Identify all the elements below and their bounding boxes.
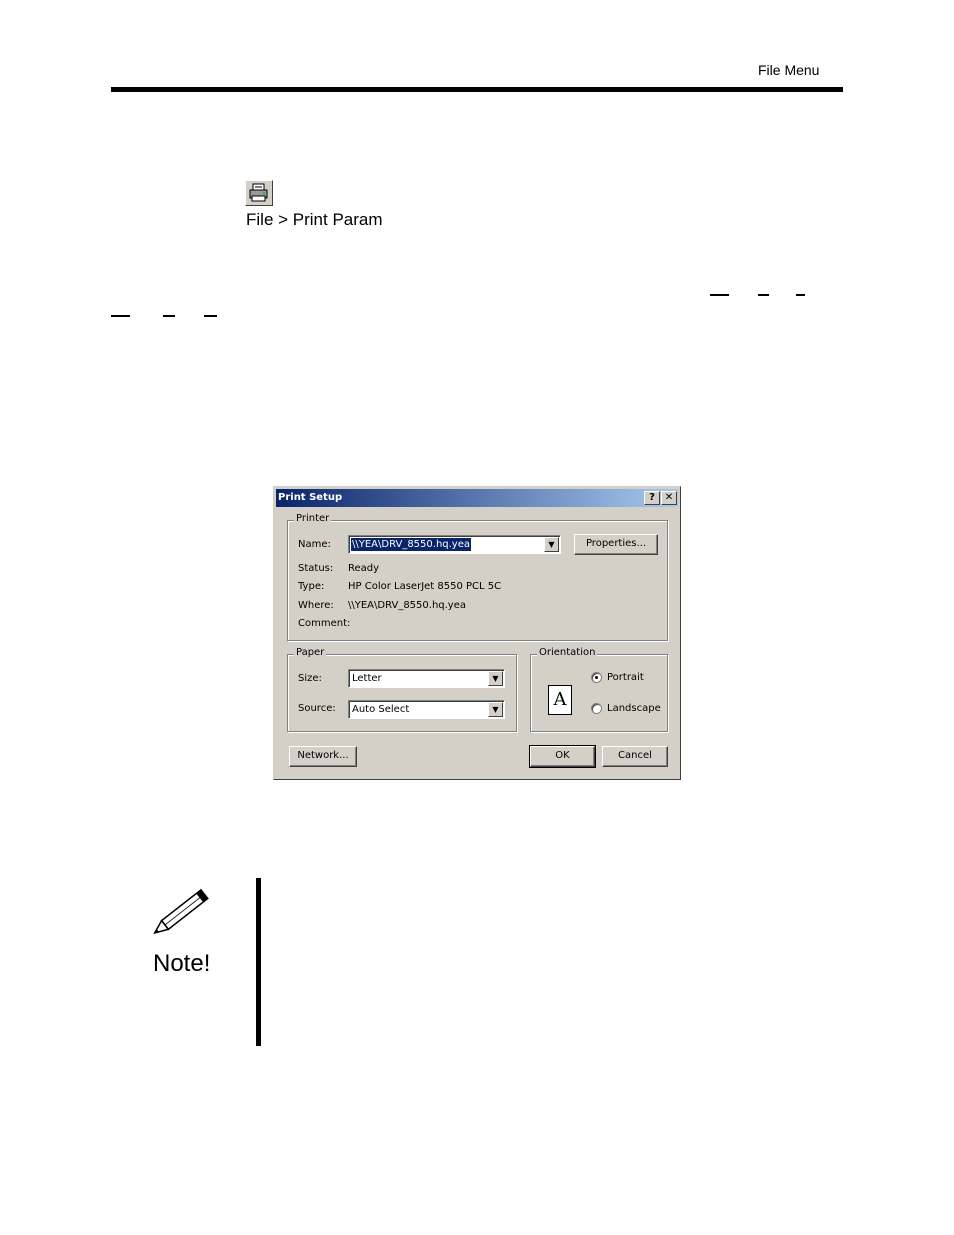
paper-size-combo[interactable]: Letter ▼ [348, 669, 505, 688]
underline-mark [796, 294, 805, 296]
ok-button[interactable]: OK [529, 745, 596, 768]
underline-mark [163, 315, 175, 317]
status-value: Ready [348, 563, 380, 574]
dropdown-arrow-icon[interactable]: ▼ [488, 702, 503, 717]
printer-name-combo[interactable]: \\YEA\DRV_8550.hq.yea ▼ [348, 535, 561, 554]
page-header-title: File Menu [758, 62, 820, 78]
portrait-label[interactable]: Portrait [607, 672, 644, 683]
where-label: Where: [298, 600, 334, 611]
paper-source-value: Auto Select [352, 704, 410, 715]
orientation-group-label: Orientation [537, 647, 598, 658]
landscape-label[interactable]: Landscape [607, 703, 661, 714]
note-label: Note! [153, 950, 211, 977]
status-label: Status: [298, 563, 334, 574]
print-setup-dialog: Print Setup ? ✕ Printer Name: \\YEA\DRV_… [273, 486, 681, 780]
printer-group-label: Printer [294, 513, 332, 524]
underline-mark [111, 315, 130, 317]
cancel-button[interactable]: Cancel [602, 746, 668, 767]
pencil-icon [144, 880, 220, 947]
type-value: HP Color LaserJet 8550 PCL 5C [348, 581, 502, 592]
size-label: Size: [298, 673, 322, 684]
menu-path: File > Print Param [246, 210, 383, 229]
source-label: Source: [298, 703, 336, 714]
dropdown-arrow-icon[interactable]: ▼ [544, 537, 559, 552]
type-label: Type: [298, 581, 325, 592]
paper-group: Paper [287, 647, 517, 732]
where-value: \\YEA\DRV_8550.hq.yea [348, 600, 467, 611]
paper-size-value: Letter [352, 673, 382, 684]
print-param-button[interactable] [245, 180, 273, 206]
paper-source-combo[interactable]: Auto Select ▼ [348, 700, 505, 719]
landscape-radio[interactable] [591, 703, 602, 714]
network-button[interactable]: Network... [289, 746, 357, 767]
note-bar [256, 878, 261, 1046]
comment-label: Comment: [298, 618, 351, 629]
dialog-titlebar: Print Setup ? ✕ [276, 489, 678, 507]
dialog-title: Print Setup [278, 492, 343, 503]
underline-mark [758, 294, 769, 296]
header-rule [111, 87, 843, 92]
close-button[interactable]: ✕ [661, 491, 677, 505]
portrait-page-icon: A [548, 685, 572, 715]
underline-mark [710, 294, 729, 296]
help-button[interactable]: ? [644, 491, 660, 505]
printer-icon [249, 183, 268, 202]
name-label: Name: [298, 539, 331, 550]
dropdown-arrow-icon[interactable]: ▼ [488, 671, 503, 686]
printer-name-value: \\YEA\DRV_8550.hq.yea [351, 538, 472, 551]
underline-mark [204, 315, 217, 317]
properties-button[interactable]: Properties... [574, 534, 658, 555]
portrait-radio[interactable] [591, 672, 602, 683]
paper-group-label: Paper [294, 647, 327, 658]
